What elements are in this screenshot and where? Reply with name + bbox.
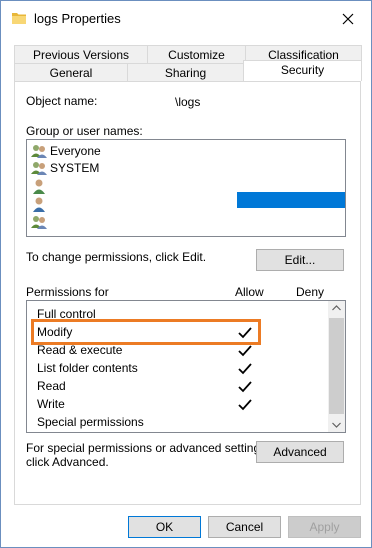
object-name-label: Object name: (26, 94, 98, 108)
permission-name: Special permissions (37, 415, 144, 429)
users-group-icon (31, 161, 47, 175)
advanced-text-line1: For special permissions or advanced sett… (26, 441, 270, 455)
user-icon (33, 179, 45, 194)
list-item-system[interactable]: SYSTEM (31, 159, 99, 176)
change-permissions-text: To change permissions, click Edit. (26, 250, 207, 264)
folder-icon (12, 13, 26, 24)
advanced-text-line2: click Advanced. (26, 455, 109, 469)
user-name: Everyone (50, 143, 101, 158)
modify-highlight-box (31, 319, 261, 345)
deny-header: Deny (296, 285, 325, 299)
permissions-for-label: Permissions for (26, 285, 109, 299)
allow-header: Allow (235, 285, 264, 299)
ok-button[interactable]: OK (128, 516, 201, 538)
edit-button[interactable]: Edit... (256, 249, 344, 271)
permissions-scrollbar[interactable] (328, 301, 345, 432)
permission-row-read: Read (37, 377, 66, 395)
scroll-down-icon[interactable] (332, 422, 341, 428)
close-icon (342, 13, 354, 25)
permission-name: Read (37, 379, 66, 393)
close-button[interactable] (325, 1, 371, 37)
allow-check-icon (238, 399, 252, 411)
allow-check-icon (238, 381, 252, 393)
group-names-label: Group or user names: (26, 124, 143, 138)
user-icon (33, 197, 45, 212)
tab-customize[interactable]: Customize (147, 45, 246, 63)
cancel-button[interactable]: Cancel (208, 516, 281, 538)
users-group-icon (31, 215, 47, 229)
permission-name: Write (37, 397, 65, 411)
tab-sharing[interactable]: Sharing (127, 63, 244, 81)
selection-highlight (237, 192, 345, 208)
window-title: logs Properties (34, 11, 121, 26)
properties-dialog: logs Properties Previous Versions Custom… (0, 0, 372, 548)
tab-security[interactable]: Security (243, 60, 362, 81)
permission-name: Read & execute (37, 343, 123, 357)
list-item-everyone[interactable]: Everyone (31, 142, 101, 159)
user-name: SYSTEM (50, 160, 100, 175)
advanced-button[interactable]: Advanced (256, 441, 344, 463)
tab-general[interactable]: General (14, 63, 128, 81)
allow-check-icon (238, 363, 252, 375)
permission-row-write: Write (37, 395, 65, 413)
permission-row-special: Special permissions (37, 413, 144, 431)
list-item-user-5[interactable] (31, 213, 50, 230)
apply-button[interactable]: Apply (288, 516, 361, 538)
security-panel: Object name: \logs Group or user names: … (14, 81, 361, 505)
title-bar: logs Properties (1, 1, 371, 37)
user-list[interactable]: Everyone SYSTEM (26, 139, 346, 237)
scroll-thumb[interactable] (329, 318, 344, 414)
list-item-user-4[interactable] (31, 195, 50, 212)
permission-row-list-folder: List folder contents (37, 359, 138, 377)
list-item-user-3[interactable] (31, 177, 50, 194)
object-name-value: \logs (175, 95, 201, 109)
permission-name: List folder contents (37, 361, 138, 375)
tab-previous-versions[interactable]: Previous Versions (14, 45, 148, 63)
users-group-icon (31, 144, 47, 158)
scroll-up-icon[interactable] (332, 305, 341, 311)
